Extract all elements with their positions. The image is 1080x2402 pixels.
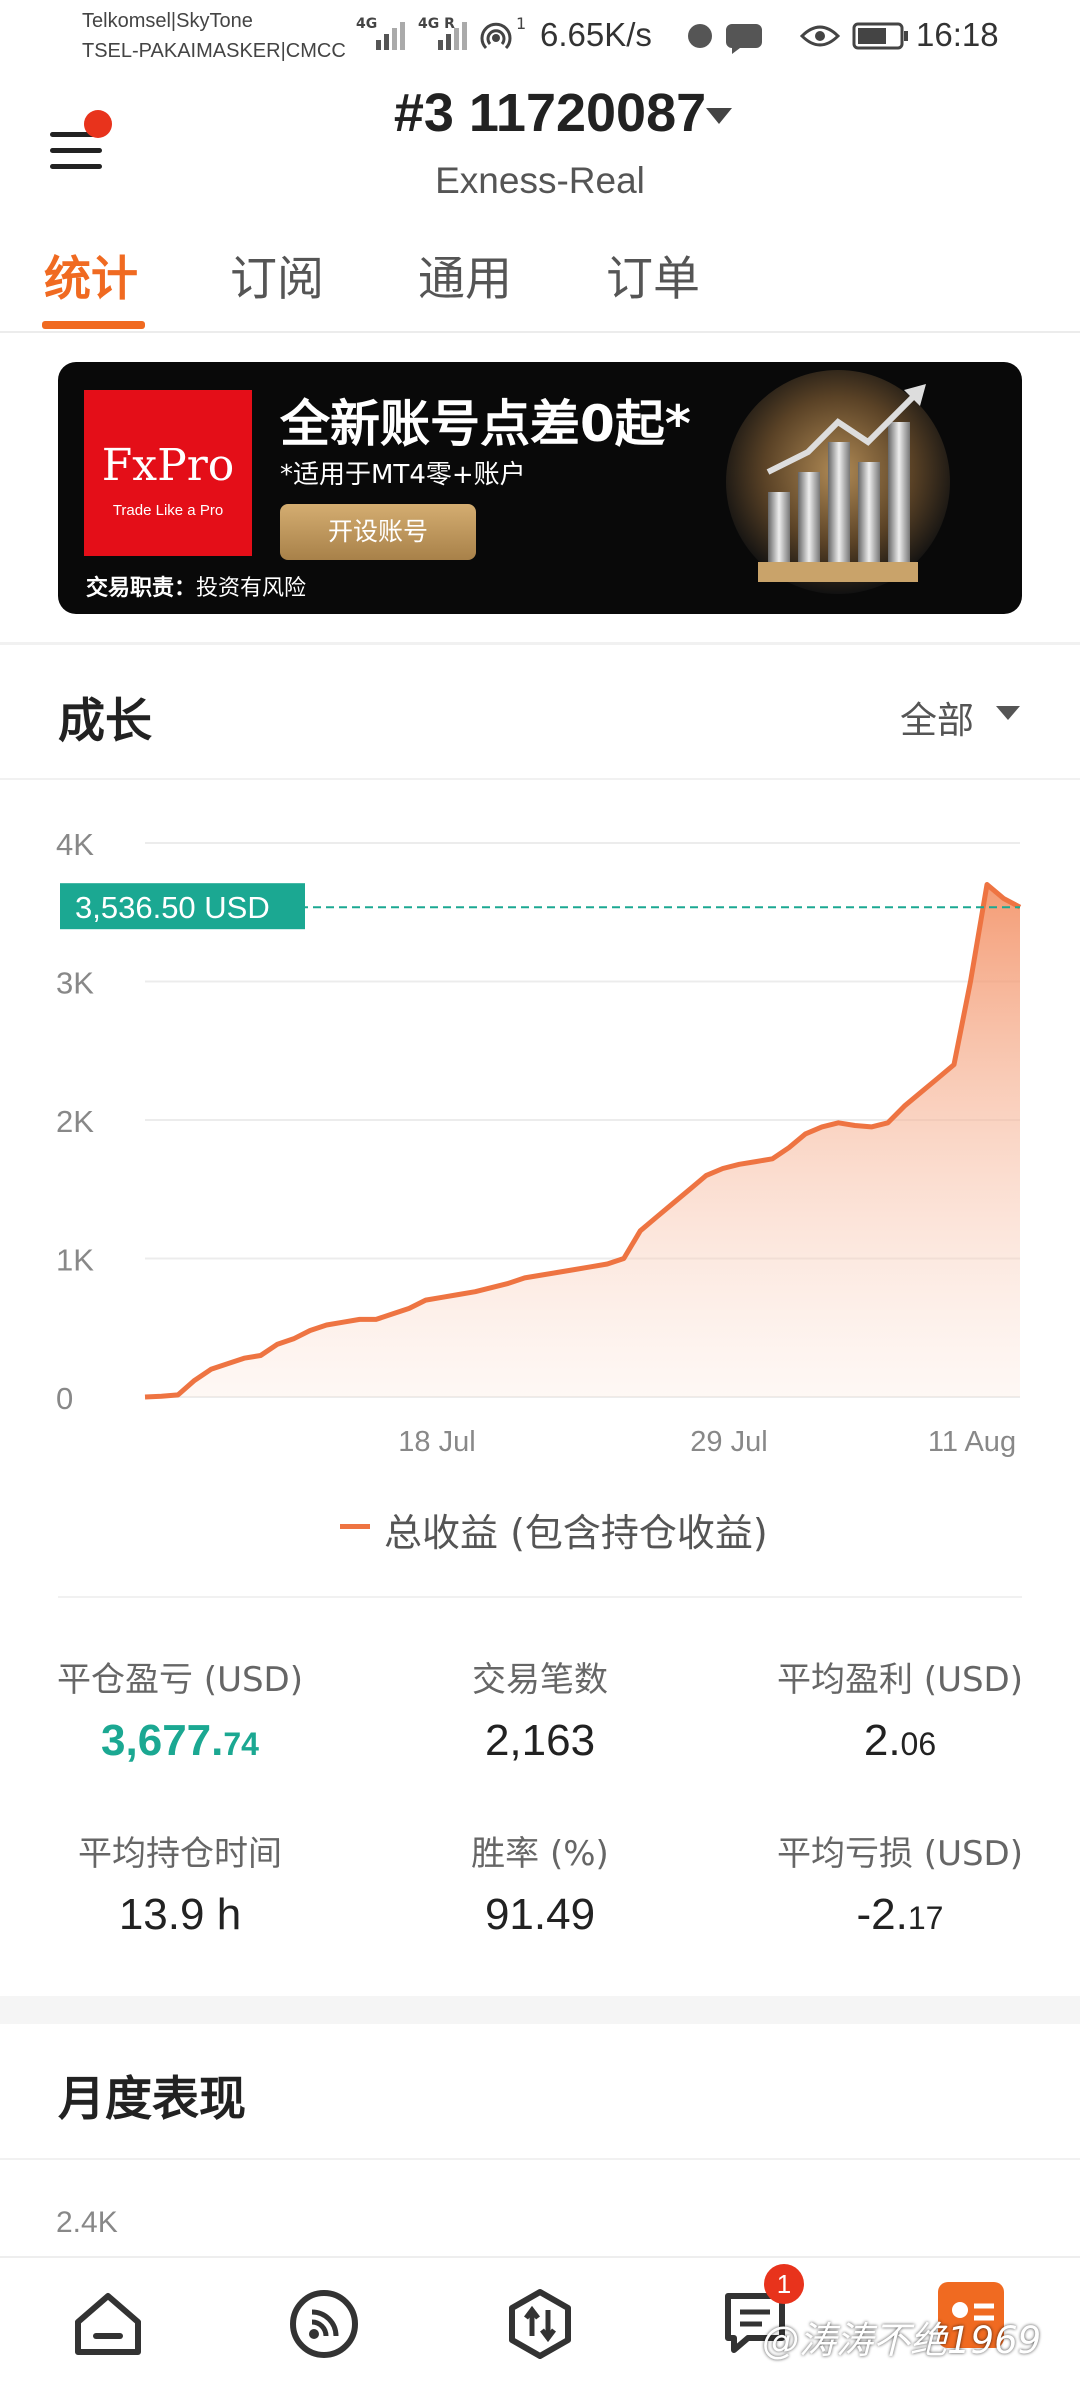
banner-subtext: *适用于MT4零+账户 [280, 460, 526, 490]
stat-label: 平均盈利 (USD) [777, 1660, 1023, 1700]
home-icon[interactable] [72, 2288, 144, 2360]
growth-area [145, 884, 1020, 1397]
divider [0, 778, 1080, 780]
x-tick-label: 11 Aug [928, 1426, 1016, 1458]
account-server: Exness-Real [435, 160, 645, 201]
stat-value: 91.49 [484, 1890, 596, 1939]
y-tick-label: 2K [56, 1104, 94, 1139]
divider [0, 2158, 1080, 2160]
stat-label: 交易笔数 [472, 1660, 608, 1700]
x-tick-label: 29 Jul [690, 1426, 767, 1458]
growth-chart[interactable]: 0 1K 2K 3K 4K 18 Jul 29 Jul 11 Aug 3,536.50 US… [0, 800, 1080, 1480]
monthly-title: 月度表现 [58, 2072, 246, 2127]
hotspot-icon [480, 22, 512, 50]
divider [58, 1596, 1022, 1598]
fxpro-logo: FxPro Trade Like a Pro [84, 390, 252, 556]
notification-badge: 1 [764, 2264, 804, 2304]
y-tick-label: 3K [56, 966, 94, 1001]
tab-general[interactable]: 通用 [418, 240, 512, 309]
stat-value: 13.9 h [118, 1890, 242, 1939]
banner-disclaimer: 交易职责：投资有风险 [86, 576, 307, 601]
y-tick-label: 1K [56, 1243, 94, 1278]
chevron-down-icon[interactable] [996, 706, 1020, 722]
stat-label: 平均亏损 (USD) [777, 1834, 1023, 1874]
watermark: @涛涛不绝1969 [762, 2319, 1042, 2362]
stat-label: 胜率 (%) [471, 1834, 609, 1874]
y-tick-label: 4K [56, 827, 94, 862]
growth-title: 成长 [58, 694, 152, 749]
stat-value: 2.06 [863, 1716, 937, 1765]
section-gap [0, 1996, 1080, 2024]
clock: 16:18 [916, 16, 999, 53]
carrier-name-2: TSEL-PAKAIMASKER|CMCC [82, 40, 346, 62]
divider [0, 331, 1080, 333]
monthly-y-tick: 2.4K [56, 2206, 118, 2239]
menu-button[interactable] [42, 110, 118, 176]
stat-value: -2.17 [856, 1890, 944, 1939]
tab-statistics[interactable]: 统计 [44, 240, 138, 309]
notification-dot [84, 110, 112, 138]
bar-chart-illustration [726, 370, 950, 594]
signals-icon[interactable] [288, 2288, 360, 2360]
signal-icon [376, 22, 405, 50]
banner-headline: 全新账号点差0起* [280, 395, 691, 453]
battery-icon [852, 22, 908, 50]
eye-icon [800, 25, 840, 47]
chart-legend: 总收益 (包含持仓收益) [384, 1511, 768, 1555]
hotspot-count: 1 [516, 14, 527, 33]
stat-value: 2,163 [484, 1716, 596, 1765]
ad-banner[interactable]: FxPro Trade Like a Pro 全新账号点差0起* *适用于MT4… [58, 362, 1022, 614]
network-speed: 6.65K/s [540, 16, 652, 53]
period-filter[interactable]: 全部 [900, 690, 974, 744]
y-tick-label: 0 [56, 1381, 73, 1416]
stat-value: 3,677.74 [101, 1716, 259, 1765]
tab-orders[interactable]: 订单 [606, 240, 700, 309]
open-account-button[interactable]: 开设账号 [280, 504, 476, 560]
trade-icon[interactable] [504, 2288, 576, 2360]
legend-swatch [340, 1524, 370, 1529]
x-tick-label: 18 Jul [398, 1426, 475, 1458]
tab-indicator [42, 321, 145, 329]
notification-icons [688, 24, 762, 54]
signal-icon-2 [438, 22, 467, 50]
status-bar: Telkomsel|SkyTone TSEL-PAKAIMASKER|CMCC … [0, 0, 1080, 72]
current-value-label: 3,536.50 USD [75, 890, 270, 925]
chevron-down-icon[interactable] [706, 108, 732, 126]
stat-label: 平均持仓时间 [78, 1834, 282, 1874]
carrier-name-1: Telkomsel|SkyTone [82, 10, 253, 32]
stat-label: 平仓盈亏 (USD) [57, 1660, 303, 1700]
tab-subscription[interactable]: 订阅 [230, 240, 324, 309]
divider [0, 642, 1080, 645]
